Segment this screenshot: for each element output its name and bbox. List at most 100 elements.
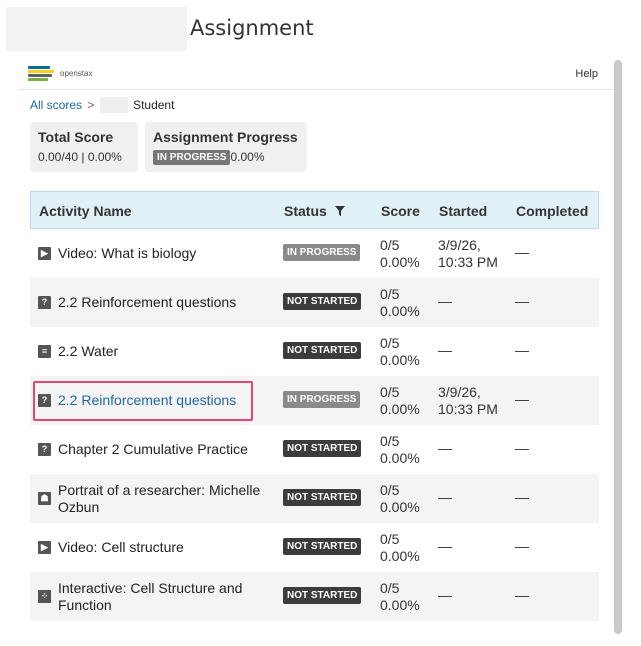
table-row[interactable]: ? 2.2 Reinforcement questions NOT STARTED 0… — [30, 278, 599, 327]
topbar: openstax Help — [18, 60, 614, 90]
total-score-card: Total Score 0.00/40 | 0.00% — [30, 122, 138, 172]
progress-status-badge: IN PROGRESS — [153, 150, 231, 166]
activity-name-cell: ? 2.2 Reinforcement questions — [38, 376, 278, 425]
score-cell: 0/5 0.00% — [380, 237, 420, 271]
status-badge: NOT STARTED — [283, 293, 362, 310]
completed-cell: — — [515, 538, 529, 554]
score-percent: 0.00% — [380, 303, 420, 319]
started-date: — — [438, 342, 452, 358]
breadcrumb-separator: > — [87, 98, 95, 112]
started-date: — — [438, 489, 452, 505]
completed-cell: — — [515, 293, 529, 309]
score-cell: 0/5 0.00% — [380, 335, 420, 369]
started-date: — — [438, 293, 452, 309]
completed-cell: — — [515, 440, 529, 456]
header-completed[interactable]: Completed — [516, 203, 588, 219]
started-time: 10:33 PM — [438, 254, 498, 270]
score-percent: 0.00% — [380, 254, 420, 270]
activity-name-cell: ▶ Video: Cell structure — [38, 523, 278, 572]
started-date: 3/9/26, — [438, 237, 481, 253]
breadcrumb: All scores > Student — [30, 97, 174, 113]
redacted-header-block — [6, 7, 187, 51]
activity-name-cell: ⁘ Interactive: Cell Structure and Functio… — [38, 572, 278, 621]
interactive-icon: ⁘ — [38, 590, 51, 603]
header-score[interactable]: Score — [381, 203, 420, 219]
score-cell: 0/5 0.00% — [380, 433, 420, 467]
completed-cell: — — [515, 587, 529, 603]
person-icon: ☗ — [38, 492, 51, 505]
question-icon: ? — [38, 443, 51, 456]
status-badge: IN PROGRESS — [283, 391, 361, 408]
header-status[interactable]: Status — [284, 203, 345, 219]
started-cell: — — [438, 538, 452, 555]
openstax-logo-icon — [28, 66, 56, 82]
score-points: 0/5 — [380, 482, 400, 498]
help-link[interactable]: Help — [575, 68, 598, 80]
table-row[interactable]: ▶ Video: Cell structure NOT STARTED 0/5 0.00… — [30, 523, 599, 572]
activity-name: Interactive: Cell Structure and Function — [58, 579, 243, 613]
score-percent: 0.00% — [380, 352, 420, 368]
breadcrumb-current: Student — [133, 98, 175, 112]
started-date: — — [438, 538, 452, 554]
progress-percent: 0.00% — [230, 150, 265, 164]
table-row[interactable]: ? 2.2 Reinforcement questions IN PROGRESS 0… — [30, 376, 599, 425]
table-row[interactable]: ≡ 2.2 Water NOT STARTED 0/5 0.00% — — — [30, 327, 599, 376]
activity-name-link[interactable]: 2.2 Reinforcement questions — [58, 392, 236, 409]
started-cell: — — [438, 489, 452, 506]
table-row[interactable]: ▶ Video: What is biology IN PROGRESS 0/5 0.0… — [30, 229, 599, 278]
completed-cell: — — [515, 489, 529, 505]
activity-name: Video: What is biology — [58, 245, 197, 261]
activity-name: Portrait of a researcher: Michelle Ozbun — [58, 481, 261, 515]
question-icon: ? — [38, 394, 51, 407]
started-cell: — — [438, 342, 452, 359]
score-points: 0/5 — [380, 286, 400, 302]
status-badge: NOT STARTED — [283, 489, 362, 506]
score-points: 0/5 — [380, 531, 400, 547]
score-points: 0/5 — [380, 237, 400, 253]
page-title: Assignment — [190, 16, 314, 40]
status-badge: NOT STARTED — [283, 587, 362, 604]
filter-icon[interactable] — [334, 206, 345, 216]
activity-name: Chapter 2 Cumulative Practice — [58, 441, 248, 457]
score-percent: 0.00% — [380, 597, 420, 613]
video-icon: ▶ — [38, 541, 51, 554]
assignment-progress-card: Assignment Progress IN PROGRESS 0.00% — [145, 122, 307, 172]
question-icon: ? — [38, 296, 51, 309]
started-cell: 3/9/26, 10:33 PM — [438, 237, 498, 271]
scrollbar[interactable] — [614, 60, 622, 634]
completed-cell: — — [515, 391, 529, 407]
score-cell: 0/5 0.00% — [380, 580, 420, 614]
total-score-value: 0.00/40 | 0.00% — [38, 150, 122, 164]
started-cell: — — [438, 293, 452, 310]
header-started[interactable]: Started — [439, 203, 487, 219]
table-body: ▶ Video: What is biology IN PROGRESS 0/5 0.0… — [30, 229, 599, 621]
total-score-title: Total Score — [38, 129, 114, 145]
header-status-label: Status — [284, 203, 327, 219]
status-badge: NOT STARTED — [283, 538, 362, 555]
activity-name: Video: Cell structure — [58, 539, 184, 555]
started-date: — — [438, 587, 452, 603]
score-points: 0/5 — [380, 335, 400, 351]
started-date: 3/9/26, — [438, 384, 481, 400]
table-row[interactable]: ⁘ Interactive: Cell Structure and Functio… — [30, 572, 599, 621]
activity-name-cell: ☗ Portrait of a researcher: Michelle Ozbu… — [38, 474, 278, 523]
video-icon: ▶ — [38, 247, 51, 260]
started-date: — — [438, 440, 452, 456]
score-percent: 0.00% — [380, 450, 420, 466]
activity-name: 2.2 Water — [58, 343, 119, 359]
table-row[interactable]: ? Chapter 2 Cumulative Practice NOT STARTE… — [30, 425, 599, 474]
status-badge: IN PROGRESS — [283, 244, 361, 261]
completed-cell: — — [515, 244, 529, 260]
completed-cell: — — [515, 342, 529, 358]
brand-name: openstax — [60, 69, 93, 78]
reading-icon: ≡ — [38, 345, 51, 358]
score-points: 0/5 — [380, 384, 400, 400]
table-header: Activity Name Status Score Started Compl… — [30, 191, 599, 229]
score-points: 0/5 — [380, 433, 400, 449]
activity-name-cell: ? 2.2 Reinforcement questions — [38, 278, 278, 327]
redacted-student-name — [99, 97, 128, 113]
table-row[interactable]: ☗ Portrait of a researcher: Michelle Ozbu… — [30, 474, 599, 523]
header-activity-name[interactable]: Activity Name — [39, 203, 132, 219]
breadcrumb-all-scores-link[interactable]: All scores — [30, 98, 82, 112]
started-cell: — — [438, 587, 452, 604]
